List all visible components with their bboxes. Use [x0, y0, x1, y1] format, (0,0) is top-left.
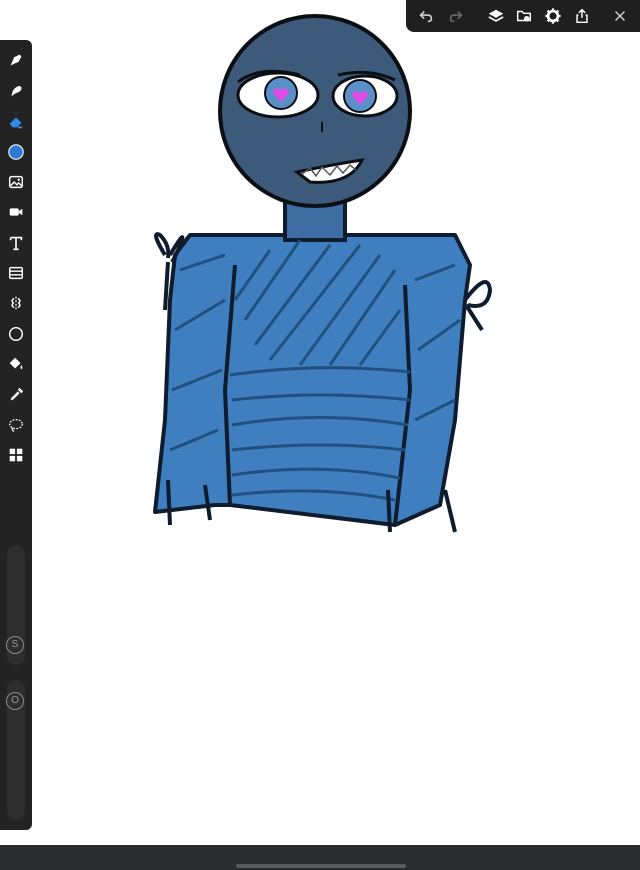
apps-icon[interactable] [2, 441, 30, 469]
lasso-select-icon[interactable] [2, 411, 30, 439]
tools-sidebar: S O [0, 40, 32, 830]
opacity-slider-label: O [6, 692, 24, 710]
eraser-tool-icon[interactable] [2, 108, 30, 136]
symmetry-icon[interactable] [2, 289, 30, 317]
smudge-tool-icon[interactable] [2, 77, 30, 105]
shape-tool-icon[interactable] [2, 320, 30, 348]
undo-icon[interactable] [414, 4, 438, 28]
color-picker-icon[interactable] [2, 138, 30, 166]
redo-icon[interactable] [444, 4, 468, 28]
image-import-icon[interactable] [2, 168, 30, 196]
brush-tool-icon[interactable] [2, 46, 30, 74]
text-tool-icon[interactable] [2, 229, 30, 257]
settings-icon[interactable] [541, 4, 565, 28]
frame-tool-icon[interactable] [2, 259, 30, 287]
sweater-drawing [153, 198, 493, 533]
size-slider-label: S [6, 636, 24, 654]
home-indicator[interactable] [236, 864, 406, 868]
close-icon[interactable] [608, 4, 632, 28]
system-bar [0, 845, 640, 870]
fill-bucket-icon[interactable] [2, 350, 30, 378]
action-bar [406, 0, 640, 32]
share-icon[interactable] [570, 4, 594, 28]
gallery-icon[interactable] [512, 4, 536, 28]
drawing-canvas[interactable] [0, 0, 640, 845]
head-drawing [218, 14, 412, 208]
eyedropper-icon[interactable] [2, 381, 30, 409]
layers-icon[interactable] [484, 4, 508, 28]
video-icon[interactable] [2, 198, 30, 226]
